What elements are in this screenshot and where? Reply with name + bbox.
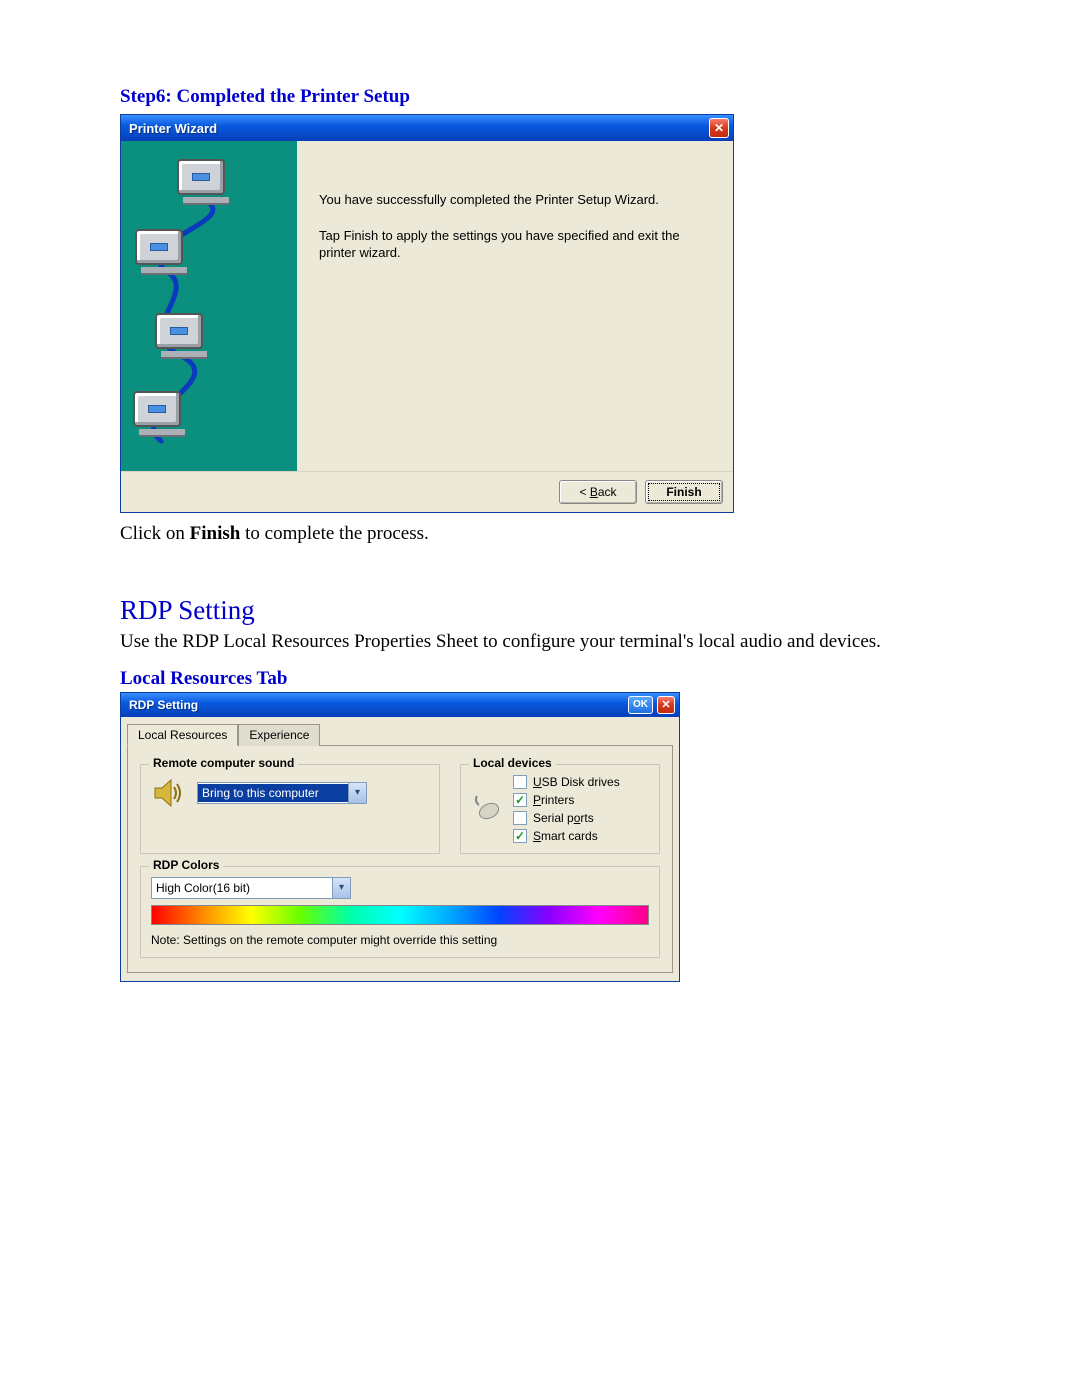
- color-spectrum-bar: [151, 905, 649, 925]
- checkbox[interactable]: [513, 775, 527, 789]
- rdp-window-title: RDP Setting: [129, 698, 198, 712]
- groupbox-local-devices: Local devices USB Disk drivesPrintersSer…: [460, 764, 660, 854]
- remote-sound-value: Bring to this computer: [198, 784, 348, 802]
- tab-body-local-resources: Remote computer sound Bring to this comp…: [127, 745, 673, 973]
- tab-local-resources[interactable]: Local Resources: [127, 724, 238, 746]
- speaker-icon: [151, 775, 187, 811]
- back-button[interactable]: < Back: [559, 480, 637, 504]
- remote-sound-select[interactable]: Bring to this computer ▾: [197, 782, 367, 804]
- remote-sound-legend: Remote computer sound: [149, 756, 298, 770]
- device-label: Serial ports: [533, 811, 594, 825]
- wizard-message-2: Tap Finish to apply the settings you hav…: [319, 227, 707, 262]
- rdp-titlebar[interactable]: RDP Setting OK ✕: [121, 693, 679, 717]
- local-resources-subheading: Local Resources Tab: [120, 668, 960, 690]
- ok-button[interactable]: OK: [628, 696, 653, 714]
- monitor-icon: [177, 159, 235, 205]
- wizard-text: You have successfully completed the Prin…: [297, 141, 733, 471]
- checkbox[interactable]: [513, 793, 527, 807]
- groupbox-rdp-colors: RDP Colors High Color(16 bit) ▾ Note: Se…: [140, 866, 660, 958]
- close-icon: ✕: [661, 698, 670, 711]
- rdp-setting-window: RDP Setting OK ✕ Local Resources Experie…: [120, 692, 680, 982]
- printer-wizard-title: Printer Wizard: [129, 121, 217, 136]
- wizard-footer: < Back Finish: [121, 471, 733, 512]
- wizard-message-1: You have successfully completed the Prin…: [319, 191, 707, 209]
- step6-instruction: Click on Finish to complete the process.: [120, 523, 960, 545]
- rdp-colors-note: Note: Settings on the remote computer mi…: [151, 933, 649, 947]
- back-suffix: ack: [598, 485, 617, 499]
- dropdown-arrow-icon[interactable]: ▾: [348, 783, 366, 803]
- printer-wizard-titlebar[interactable]: Printer Wizard ✕: [121, 115, 733, 141]
- device-label: Printers: [533, 793, 574, 807]
- wizard-graphic: [121, 141, 297, 471]
- device-label: Smart cards: [533, 829, 598, 843]
- rdp-section-heading: RDP Setting: [120, 595, 960, 626]
- rdp-colors-select[interactable]: High Color(16 bit) ▾: [151, 877, 351, 899]
- back-prefix: <: [579, 485, 589, 499]
- device-checkbox-row[interactable]: Printers: [513, 793, 620, 807]
- device-checkbox-row[interactable]: Smart cards: [513, 829, 620, 843]
- instruction-prefix: Click on: [120, 523, 190, 544]
- mouse-icon: [471, 793, 503, 825]
- printer-wizard-window: Printer Wizard ✕ You have successfully c…: [120, 114, 734, 513]
- wizard-body: You have successfully completed the Prin…: [121, 141, 733, 471]
- instruction-suffix: to complete the process.: [240, 523, 428, 544]
- checkbox[interactable]: [513, 811, 527, 825]
- rdp-colors-legend: RDP Colors: [149, 858, 223, 872]
- instruction-bold: Finish: [190, 523, 241, 544]
- local-devices-legend: Local devices: [469, 756, 556, 770]
- tab-row: Local Resources Experience: [121, 717, 679, 745]
- step6-heading: Step6: Completed the Printer Setup: [120, 86, 960, 108]
- close-button[interactable]: ✕: [657, 696, 675, 714]
- monitor-icon: [155, 313, 213, 359]
- rdp-body-text: Use the RDP Local Resources Properties S…: [120, 630, 960, 654]
- monitor-icon: [133, 391, 191, 437]
- local-devices-list: USB Disk drives Printers Serial ports Smart…: [513, 775, 620, 843]
- rdp-colors-value: High Color(16 bit): [152, 879, 332, 897]
- close-icon: ✕: [714, 121, 724, 135]
- device-checkbox-row[interactable]: Serial ports: [513, 811, 620, 825]
- dropdown-arrow-icon[interactable]: ▾: [332, 878, 350, 898]
- back-underline: B: [590, 485, 598, 499]
- close-button[interactable]: ✕: [709, 118, 729, 138]
- finish-button[interactable]: Finish: [645, 480, 723, 504]
- groupbox-remote-sound: Remote computer sound Bring to this comp…: [140, 764, 440, 854]
- tab-experience[interactable]: Experience: [238, 724, 320, 746]
- device-checkbox-row[interactable]: USB Disk drives: [513, 775, 620, 789]
- device-label: USB Disk drives: [533, 775, 620, 789]
- monitor-icon: [135, 229, 193, 275]
- checkbox[interactable]: [513, 829, 527, 843]
